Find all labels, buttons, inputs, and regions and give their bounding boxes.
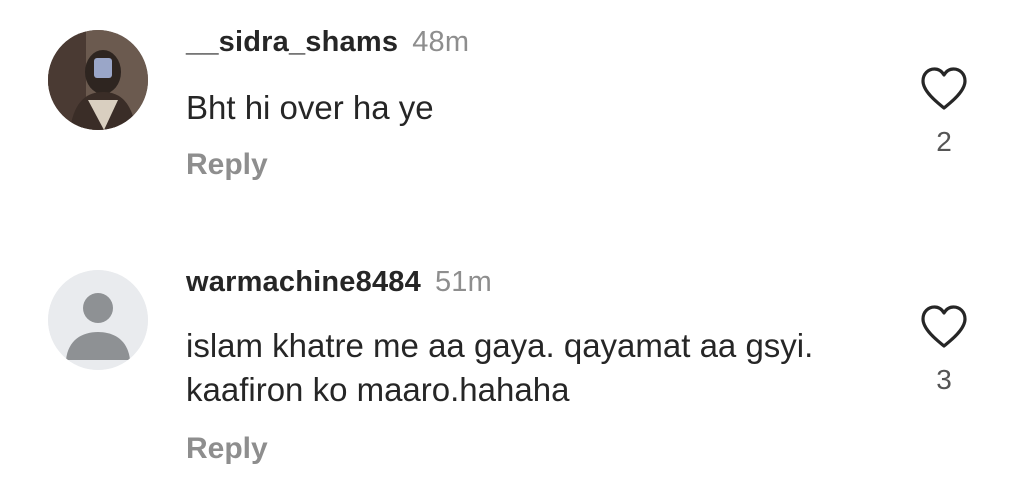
reply-button[interactable]: Reply — [186, 432, 268, 466]
like-control: 3 — [918, 304, 970, 414]
comment-item: __sidra_shams 48m Bht hi over ha ye Reply… — [0, 0, 1024, 230]
comment-username[interactable]: __sidra_shams 48m — [186, 26, 469, 59]
comment-timestamp: 48m — [412, 26, 470, 58]
comment-username[interactable]: warmachine8484 51m — [186, 266, 492, 299]
default-user-icon — [48, 270, 148, 370]
heart-icon[interactable] — [919, 304, 969, 350]
comment-item: warmachine8484 51m islam khatre me aa gay… — [0, 252, 1024, 501]
comment-text: Bht hi over ha ye — [186, 89, 434, 126]
comment-text: islam khatre me aa gaya. qayamat aa gsyi… — [186, 327, 814, 408]
username-text[interactable]: warmachine8484 — [186, 266, 421, 298]
like-count: 2 — [936, 126, 952, 157]
like-control: 2 — [918, 66, 970, 176]
username-text[interactable]: __sidra_shams — [186, 26, 398, 58]
avatar[interactable] — [48, 30, 148, 130]
reply-button[interactable]: Reply — [186, 148, 268, 182]
heart-icon[interactable] — [919, 66, 969, 112]
user-photo-icon — [48, 30, 148, 130]
like-count: 3 — [936, 364, 952, 395]
comment-timestamp: 51m — [434, 266, 492, 298]
avatar[interactable] — [48, 270, 148, 370]
